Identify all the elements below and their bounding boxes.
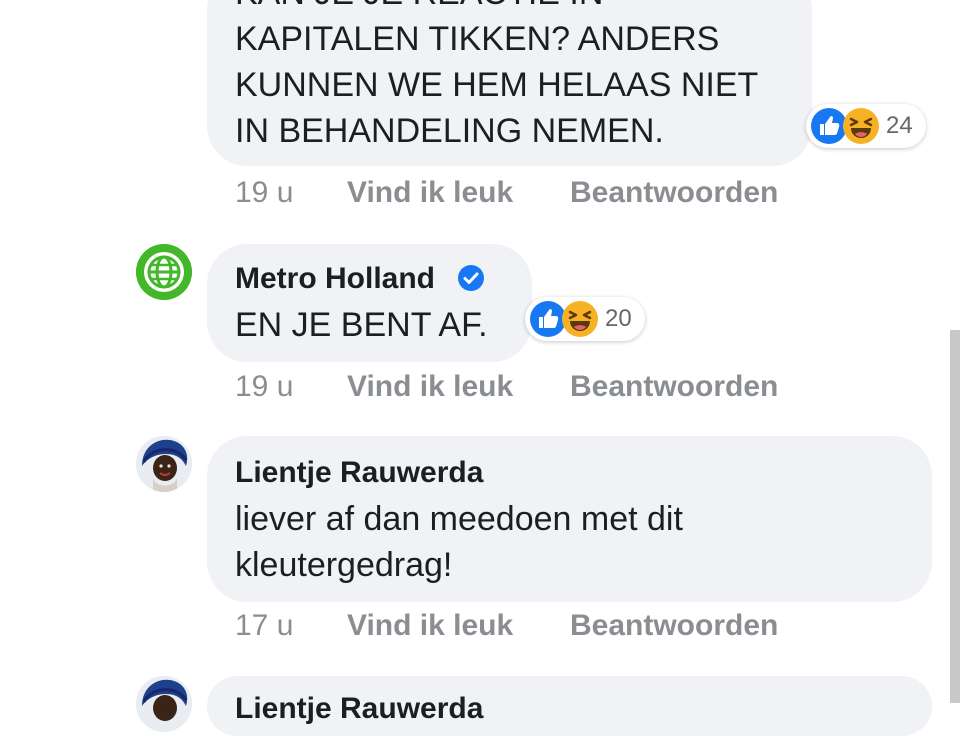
- like-button[interactable]: Vind ik leuk: [347, 370, 513, 404]
- reactions-summary[interactable]: 24: [806, 104, 926, 148]
- comment-timestamp[interactable]: 19 u: [235, 176, 293, 210]
- comment-author[interactable]: Lientje Rauwerda: [235, 692, 483, 726]
- comment-text-line: liever af dan meedoen met dit: [235, 500, 683, 538]
- comment-text-line: KAPITALEN TIKKEN? ANDERS: [235, 20, 720, 58]
- comment-text-line: EN JE BENT AF.: [235, 306, 488, 344]
- avatar[interactable]: [136, 244, 192, 300]
- avatar[interactable]: [136, 436, 192, 492]
- verified-badge-icon: [457, 264, 485, 297]
- scrollbar[interactable]: [950, 330, 960, 703]
- like-button[interactable]: Vind ik leuk: [347, 176, 513, 210]
- avatar[interactable]: [136, 676, 192, 732]
- profile-photo: [136, 676, 192, 732]
- comment-text-line: KUNNEN WE HEM HELAAS NIET: [235, 66, 759, 104]
- comment-text-line: KAN JE JE REACTIE IN: [235, 0, 603, 16]
- comment-timestamp[interactable]: 17 u: [235, 609, 293, 643]
- reaction-count: 24: [886, 112, 913, 139]
- haha-reaction-icon: [561, 300, 599, 338]
- reply-button[interactable]: Beantwoorden: [570, 370, 778, 404]
- comment-author[interactable]: Lientje Rauwerda: [235, 456, 483, 490]
- comment-author[interactable]: Metro Holland: [235, 262, 435, 296]
- reaction-count: 20: [605, 305, 632, 332]
- comment-timestamp[interactable]: 19 u: [235, 370, 293, 404]
- haha-reaction-icon: [842, 107, 880, 145]
- reactions-summary[interactable]: 20: [525, 297, 645, 341]
- profile-photo: [136, 436, 192, 492]
- reply-button[interactable]: Beantwoorden: [570, 609, 778, 643]
- comment-text-line: IN BEHANDELING NEMEN.: [235, 112, 664, 150]
- like-button[interactable]: Vind ik leuk: [347, 609, 513, 643]
- comment-text-line: kleutergedrag!: [235, 546, 453, 584]
- reply-button[interactable]: Beantwoorden: [570, 176, 778, 210]
- globe-icon: [136, 244, 192, 300]
